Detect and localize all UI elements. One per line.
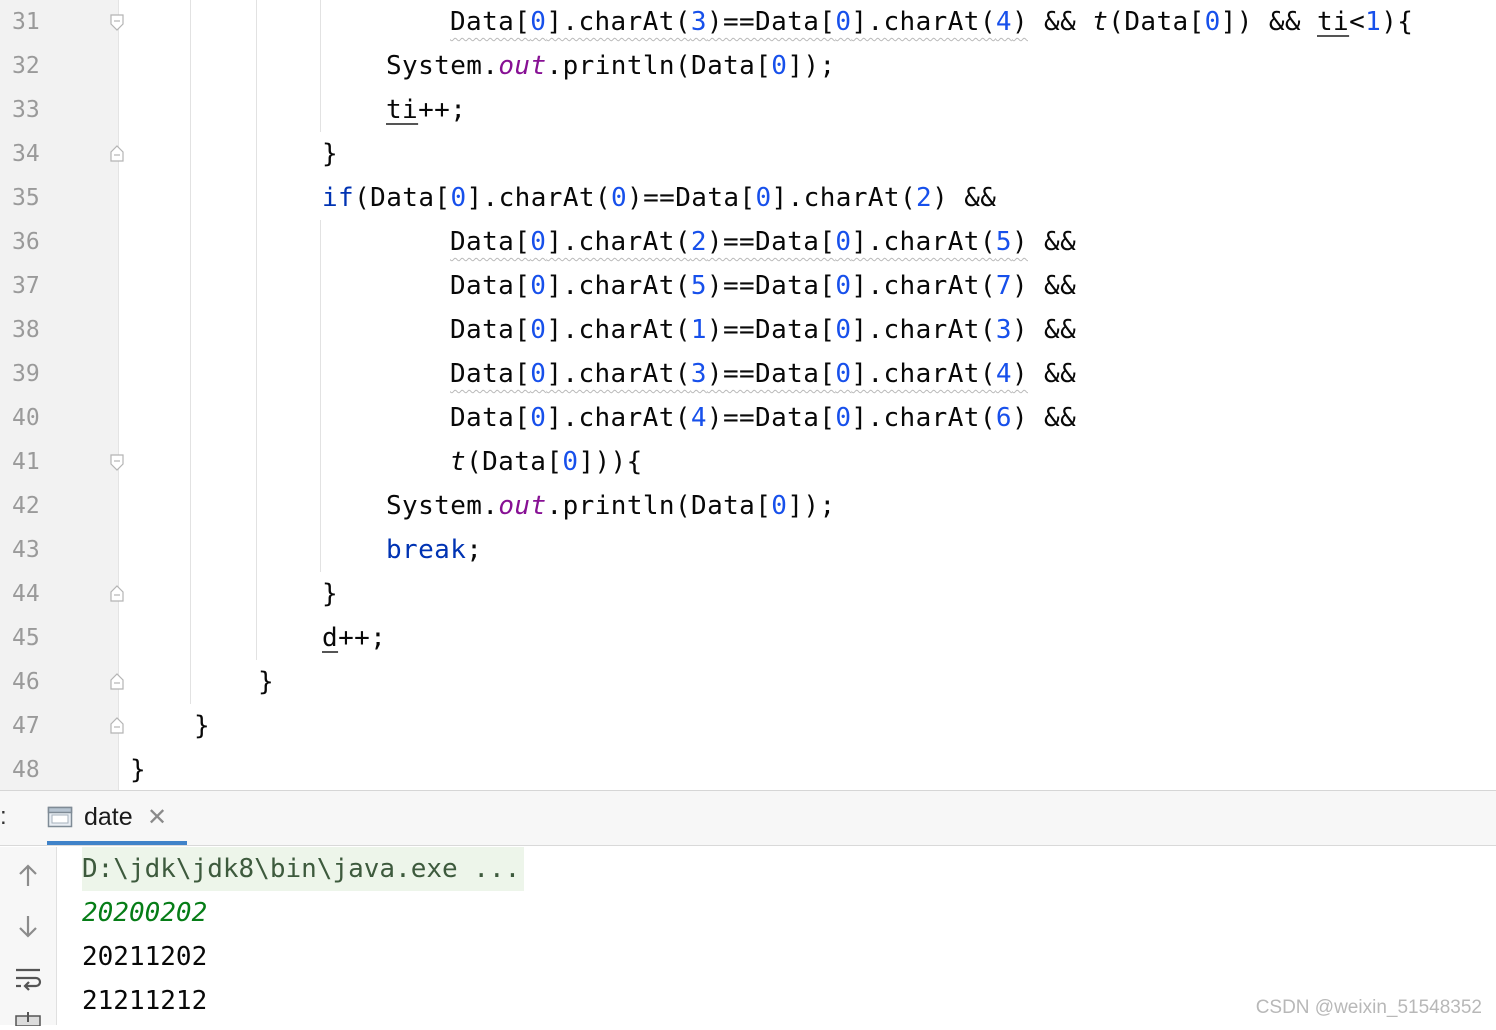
console-output-line: 20200202 [82,898,208,928]
indent-guide [256,0,257,660]
line-number: 34 [12,141,40,167]
close-icon[interactable]: ✕ [147,803,167,832]
code-line-33[interactable]: ti++; [386,88,466,132]
line-number: 42 [12,493,40,519]
run-tab-date[interactable]: date ✕ [47,791,187,845]
line-number: 31 [12,9,40,35]
code-line-41[interactable]: t(Data[0])){ [450,440,643,484]
line-number: 40 [12,405,40,431]
code-line-46[interactable]: } [258,660,274,704]
arrow-up-icon[interactable] [14,861,42,893]
run-tab-bar: : date ✕ [0,791,1496,846]
code-line-42[interactable]: System.out.println(Data[0]); [386,484,836,528]
line-number: 33 [12,97,40,123]
run-tool-window: : date ✕ D:\jdk\jdk8\bin\java.exe ... 20… [0,790,1496,1027]
line-number: 39 [12,361,40,387]
line-number: 36 [12,229,40,255]
line-number: 37 [12,273,40,299]
code-line-48[interactable]: } [130,748,146,790]
console-toolbar [0,847,57,1027]
line-number: 48 [12,757,40,783]
fold-start-marker-icon[interactable] [109,144,125,162]
code-line-37[interactable]: Data[0].charAt(5)==Data[0].charAt(7) && [450,264,1076,308]
console-output-line: 20211202 [82,942,208,972]
code-line-34[interactable]: } [322,132,338,176]
code-line-36[interactable]: Data[0].charAt(2)==Data[0].charAt(5) && [450,220,1076,264]
code-line-38[interactable]: Data[0].charAt(1)==Data[0].charAt(3) && [450,308,1076,352]
soft-wrap-icon[interactable] [14,965,42,997]
code-line-43[interactable]: break; [386,528,482,572]
line-number: 44 [12,581,40,607]
line-number: 45 [12,625,40,651]
code-line-39[interactable]: Data[0].charAt(3)==Data[0].charAt(4) && [450,352,1076,396]
code-line-45[interactable]: d++; [322,616,386,660]
line-gutter: 31 32 33 34 35 36 37 38 39 40 41 42 43 4… [0,0,124,790]
arrow-down-icon[interactable] [14,913,42,945]
indent-guide [320,220,321,572]
code-line-35[interactable]: if(Data[0].charAt(0)==Data[0].charAt(2) … [322,176,996,220]
code-line-40[interactable]: Data[0].charAt(4)==Data[0].charAt(6) && [450,396,1076,440]
line-number: 41 [12,449,40,475]
tab-label: date [84,803,133,831]
line-number: 46 [12,669,40,695]
fold-start-marker-icon[interactable] [109,584,125,602]
fold-end-marker-icon[interactable] [109,14,125,32]
line-number: 38 [12,317,40,343]
indent-guide [190,0,191,704]
code-editor[interactable]: 31 32 33 34 35 36 37 38 39 40 41 42 43 4… [0,0,1496,790]
fold-start-marker-icon[interactable] [109,716,125,734]
console-output-line: 21211212 [82,986,208,1016]
console-window-icon [47,805,73,833]
code-line-31[interactable]: Data[0].charAt(3)==Data[0].charAt(4) && … [450,0,1413,44]
fold-start-marker-icon[interactable] [109,672,125,690]
tool-window-prefix: : [0,803,7,830]
code-line-32[interactable]: System.out.println(Data[0]); [386,44,836,88]
indent-guide [320,0,321,132]
watermark: CSDN @weixin_51548352 [1255,997,1482,1018]
fold-end-marker-icon[interactable] [109,454,125,472]
code-line-47[interactable]: } [194,704,210,748]
code-line-44[interactable]: } [322,572,338,616]
console-command-line: D:\jdk\jdk8\bin\java.exe ... [82,847,525,891]
scroll-end-icon[interactable] [14,1011,42,1030]
line-number: 35 [12,185,40,211]
line-number: 43 [12,537,40,563]
line-number: 47 [12,713,40,739]
line-number: 32 [12,53,40,79]
